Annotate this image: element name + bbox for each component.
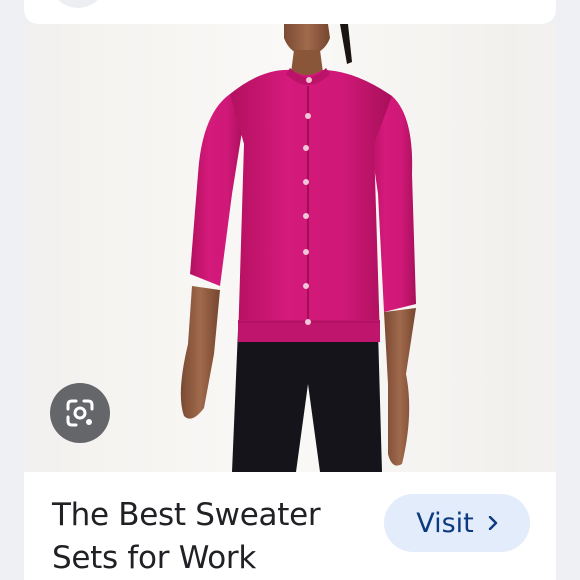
previous-result-avatar bbox=[54, 0, 102, 8]
google-lens-button[interactable] bbox=[50, 383, 110, 443]
result-title[interactable]: The Best Sweater Sets for Work bbox=[52, 494, 372, 580]
result-info-card: The Best Sweater Sets for Work Visit bbox=[24, 472, 556, 580]
chevron-right-icon bbox=[488, 516, 497, 530]
visit-button-label: Visit bbox=[416, 507, 474, 539]
result-title-line1: The Best Sweater bbox=[52, 497, 321, 533]
product-photo bbox=[62, 24, 518, 472]
google-lens-icon bbox=[66, 399, 94, 427]
previous-result-card[interactable] bbox=[24, 0, 556, 24]
visit-button[interactable]: Visit bbox=[384, 494, 530, 552]
result-title-line2: Sets for Work bbox=[52, 540, 256, 576]
image-result-view: The Best Sweater Sets for Work Visit bbox=[0, 0, 580, 580]
